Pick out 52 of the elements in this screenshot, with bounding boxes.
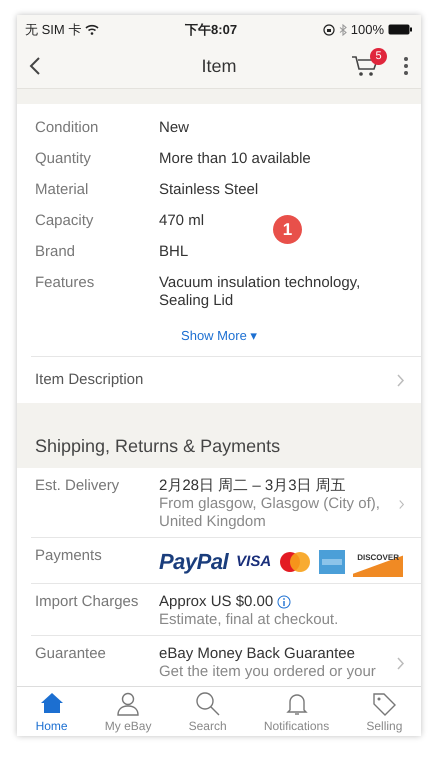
visa-logo: VISA — [236, 553, 272, 572]
show-more-link[interactable]: Show More ▾ — [181, 328, 257, 343]
bluetooth-icon — [338, 24, 347, 36]
chevron-right-icon — [397, 374, 405, 387]
spec-label: Features — [35, 274, 96, 293]
import-charge: Approx US $0.00 — [159, 593, 274, 612]
battery-icon — [388, 24, 413, 36]
tab-bar-item[interactable]: Search — [188, 688, 227, 734]
tab-bar-item[interactable]: Notifications — [264, 688, 330, 734]
row-label: Est. Delivery — [35, 477, 120, 496]
row-label: Guarantee — [35, 645, 107, 664]
guarantee-note: Get the item you ordered or your — [159, 663, 377, 682]
spec-value: Vacuum insulation technology, Sealing Lid — [159, 274, 362, 310]
cart-count-badge: 5 — [370, 48, 387, 66]
tag-icon — [371, 690, 398, 716]
tab-bar-item[interactable]: Selling — [366, 688, 402, 734]
wifi-icon — [85, 24, 100, 36]
row-label: Import Charges — [35, 593, 140, 612]
annotation-marker: 1 — [273, 215, 302, 244]
spec-label: Capacity — [35, 212, 94, 230]
item-description-row[interactable]: Item Description — [17, 356, 421, 404]
row-label: Payments — [35, 547, 103, 566]
delivery-origin: From glasgow, Glasgow (City of), United Kingdom — [159, 495, 381, 532]
spec-value: More than 10 available — [159, 150, 311, 168]
import-note: Estimate, final at checkout. — [159, 611, 340, 630]
battery-percent: 100% — [350, 21, 384, 40]
mastercard-logo — [279, 551, 312, 574]
section-title: Shipping, Returns & Payments — [35, 435, 282, 458]
info-icon[interactable] — [277, 595, 292, 610]
item-description-label: Item Description — [35, 370, 144, 390]
rotation-lock-icon — [322, 24, 335, 36]
back-icon[interactable] — [29, 56, 41, 76]
spec-label: Quantity — [35, 150, 92, 168]
delivery-date: 2月28日 周二 – 3月3日 周五 — [159, 477, 347, 496]
spec-label: Condition — [35, 118, 100, 137]
amex-logo — [319, 550, 346, 574]
tab-bar-item[interactable]: My eBay — [104, 688, 152, 734]
spec-label: Material — [35, 180, 90, 199]
person-icon — [115, 690, 142, 716]
search-icon — [194, 690, 221, 716]
spec-value: New — [159, 118, 190, 137]
tab-bar-item[interactable]: Home — [36, 688, 68, 734]
carrier-label: 无 SIM 卡 — [25, 21, 82, 40]
page-title: Item — [202, 54, 236, 78]
spec-value: 470 ml — [159, 212, 204, 230]
paypal-logo: PayPal — [159, 553, 228, 572]
spec-value: Stainless Steel — [159, 180, 258, 199]
spec-value: BHL — [159, 242, 188, 261]
spec-label: Brand — [35, 242, 76, 261]
status-time: 下午8:07 — [185, 21, 238, 40]
more-options-icon[interactable] — [403, 56, 409, 76]
guarantee-title: eBay Money Back Guarantee — [159, 645, 356, 664]
